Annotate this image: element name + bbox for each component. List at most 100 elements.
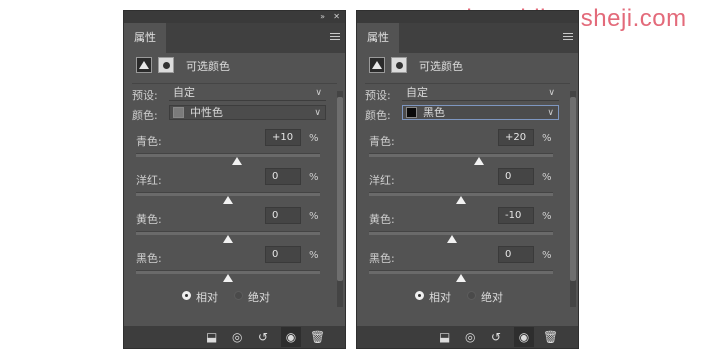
trash-icon[interactable]: 🗑 [310, 330, 325, 344]
chevron-down-icon: ∨ [315, 88, 322, 98]
panel-top-strip: » ✕ [124, 11, 345, 23]
slider-row-yellow: 黄色: 0% [124, 207, 324, 251]
magenta-slider-thumb[interactable] [223, 196, 233, 204]
scrollbar-thumb[interactable] [570, 97, 576, 281]
layer-mask-icon[interactable] [391, 57, 407, 73]
trash-icon[interactable]: 🗑 [543, 330, 558, 344]
tab-properties[interactable]: 属性 [124, 23, 166, 53]
color-value: 中性色 [190, 106, 223, 119]
panel-menu-icon[interactable] [330, 33, 340, 42]
clip-to-layer-icon[interactable]: ⬓ [439, 330, 450, 344]
reset-icon[interactable]: ↺ [258, 330, 268, 344]
panel-footer: ⬓ ◎ ↺ ◉ 🗑 [124, 326, 345, 348]
magenta-value-input[interactable]: 0 [265, 168, 301, 185]
black-value-input[interactable]: 0 [265, 246, 301, 263]
color-label: 颜色: [132, 109, 158, 122]
magenta-value-input[interactable]: 0 [498, 168, 534, 185]
yellow-slider-thumb[interactable] [223, 235, 233, 243]
cyan-slider-track[interactable] [369, 153, 553, 157]
preset-value: 自定 [406, 86, 428, 99]
scrollbar[interactable] [570, 91, 576, 307]
slider-row-magenta: 洋红: 0% [357, 168, 557, 212]
preset-dropdown[interactable]: 自定 ∨ [169, 86, 326, 101]
clip-to-layer-icon[interactable]: ⬓ [206, 330, 217, 344]
panel-menu-icon[interactable] [563, 33, 573, 42]
percent-unit: % [309, 172, 319, 183]
radio-dot [415, 291, 424, 300]
radio-absolute-label: 绝对 [481, 291, 503, 304]
slider-row-black: 黑色: 0% [357, 246, 557, 290]
slider-row-magenta: 洋红: 0% [124, 168, 324, 212]
black-slider-thumb[interactable] [223, 274, 233, 282]
color-dropdown[interactable]: 黑色 ∨ [402, 105, 559, 120]
view-previous-state-icon[interactable]: ◎ [465, 330, 475, 344]
scrollbar[interactable] [337, 91, 343, 307]
tab-properties[interactable]: 属性 [357, 23, 399, 53]
adjustment-title: 可选颜色 [186, 60, 230, 73]
slider-label-magenta: 洋红: [369, 174, 395, 187]
slider-label-black: 黑色: [136, 252, 162, 265]
cyan-slider-thumb[interactable] [474, 157, 485, 165]
yellow-value-input[interactable]: 0 [265, 207, 301, 224]
preset-value: 自定 [173, 86, 195, 99]
percent-unit: % [309, 133, 319, 144]
adjustment-title: 可选颜色 [419, 60, 463, 73]
percent-unit: % [542, 211, 552, 222]
percent-unit: % [542, 133, 552, 144]
cyan-value-input[interactable]: +20 [498, 129, 534, 146]
preset-dropdown[interactable]: 自定 ∨ [402, 86, 559, 101]
divider [132, 83, 337, 84]
panel-footer: ⬓ ◎ ↺ ◉ 🗑 [357, 326, 578, 348]
close-icon[interactable]: ✕ [333, 11, 340, 23]
color-swatch [406, 107, 417, 118]
view-previous-state-icon[interactable]: ◎ [232, 330, 242, 344]
tab-bar: 属性 [357, 23, 578, 53]
eye-icon[interactable]: ◉ [281, 327, 301, 347]
eye-icon[interactable]: ◉ [514, 327, 534, 347]
cyan-value-input[interactable]: +10 [265, 129, 301, 146]
slider-label-cyan: 青色: [136, 135, 162, 148]
yellow-slider-track[interactable] [369, 231, 553, 235]
preset-label: 预设: [132, 89, 158, 102]
slider-row-black: 黑色: 0% [124, 246, 324, 290]
radio-absolute-label: 绝对 [248, 291, 270, 304]
percent-unit: % [542, 172, 552, 183]
percent-unit: % [542, 250, 552, 261]
percent-unit: % [309, 211, 319, 222]
divider [365, 83, 570, 84]
cyan-slider-thumb[interactable] [232, 157, 243, 165]
percent-unit: % [309, 250, 319, 261]
cyan-slider-track[interactable] [136, 153, 320, 157]
magenta-slider-thumb[interactable] [456, 196, 466, 204]
reset-icon[interactable]: ↺ [491, 330, 501, 344]
properties-panel-blacks: 属性 可选颜色 预设: 自定 ∨ 颜色: 黑色 ∨ 青色: +20% 洋红: 0% 黄色… [356, 10, 579, 349]
color-dropdown[interactable]: 中性色 ∨ [169, 105, 326, 120]
slider-label-magenta: 洋红: [136, 174, 162, 187]
color-swatch [173, 107, 184, 118]
yellow-slider-thumb[interactable] [446, 235, 457, 243]
adjustment-type-icon [136, 57, 152, 73]
slider-label-yellow: 黄色: [369, 213, 395, 226]
slider-row-cyan: 青色: +20% [357, 129, 557, 173]
tab-bar: 属性 [124, 23, 345, 53]
chevron-down-icon: ∨ [547, 108, 554, 118]
yellow-value-input[interactable]: -10 [498, 207, 534, 224]
color-value: 黑色 [423, 106, 445, 119]
black-slider-thumb[interactable] [456, 274, 466, 282]
preset-label: 预设: [365, 89, 391, 102]
slider-row-cyan: 青色: +10% [124, 129, 324, 173]
double-chevron-icon[interactable]: » [320, 11, 325, 23]
radio-dot [182, 291, 191, 300]
chevron-down-icon: ∨ [314, 108, 321, 118]
adjustment-type-icon [369, 57, 385, 73]
black-value-input[interactable]: 0 [498, 246, 534, 263]
slider-row-yellow: 黄色: -10% [357, 207, 557, 251]
radio-dot [234, 291, 243, 300]
slider-label-yellow: 黄色: [136, 213, 162, 226]
color-label: 颜色: [365, 109, 391, 122]
scrollbar-thumb[interactable] [337, 97, 343, 281]
slider-label-black: 黑色: [369, 252, 395, 265]
layer-mask-icon[interactable] [158, 57, 174, 73]
radio-dot [467, 291, 476, 300]
properties-panel-neutrals: » ✕ 属性 可选颜色 预设: 自定 ∨ 颜色: 中性色 ∨ 青色: +10% 洋红… [123, 10, 346, 349]
